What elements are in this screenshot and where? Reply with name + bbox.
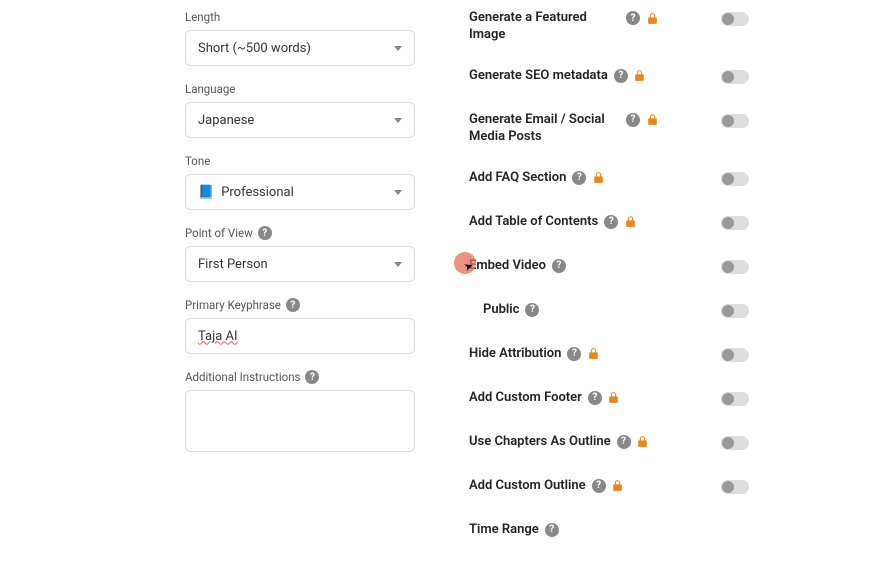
keyphrase-field: Primary Keyphrase ? Taja AI <box>185 298 445 354</box>
lock-icon <box>636 435 650 449</box>
option-row: Public? <box>469 302 749 322</box>
option-row: Use Chapters As Outline? <box>469 434 749 454</box>
option-label: Generate SEO metadata <box>469 68 608 85</box>
chevron-down-icon <box>394 262 402 267</box>
help-icon[interactable]: ? <box>286 298 300 312</box>
help-icon[interactable]: ? <box>592 479 606 493</box>
help-icon[interactable]: ? <box>604 215 618 229</box>
pov-field: Point of View ? First Person <box>185 226 445 282</box>
option-row: Add Custom Footer? <box>469 390 749 410</box>
tone-field: Tone 📘 Professional <box>185 154 445 210</box>
toggle-switch[interactable] <box>721 70 749 84</box>
option-row: Time Range? <box>469 522 749 542</box>
option-label: Time Range <box>469 522 539 539</box>
tone-label: Tone <box>185 154 445 168</box>
help-icon[interactable]: ? <box>567 347 581 361</box>
help-icon[interactable]: ? <box>588 391 602 405</box>
toggle-switch[interactable] <box>721 348 749 362</box>
language-label: Language <box>185 82 445 96</box>
toggle-switch[interactable] <box>721 304 749 318</box>
chevron-down-icon <box>394 46 402 51</box>
option-label: Hide Attribution <box>469 346 561 363</box>
instructions-label: Additional Instructions <box>185 370 300 384</box>
length-field: Length Short (~500 words) <box>185 10 445 66</box>
option-label: Use Chapters As Outline <box>469 434 611 451</box>
help-icon[interactable]: ? <box>258 226 272 240</box>
option-row: Add Custom Outline? <box>469 478 749 498</box>
lock-icon <box>645 11 659 25</box>
option-label: Embed Video <box>469 258 546 275</box>
instructions-input[interactable] <box>185 390 415 452</box>
length-value: Short (~500 words) <box>198 41 311 56</box>
toggle-switch[interactable] <box>721 436 749 450</box>
tone-value: Professional <box>221 185 294 200</box>
option-label: Add FAQ Section <box>469 170 566 187</box>
lock-icon <box>611 479 625 493</box>
length-select[interactable]: Short (~500 words) <box>185 30 415 66</box>
help-icon[interactable]: ? <box>626 11 640 25</box>
language-value: Japanese <box>198 113 254 128</box>
option-label: Add Custom Footer <box>469 390 582 407</box>
help-icon[interactable]: ? <box>545 523 559 537</box>
help-icon[interactable]: ? <box>614 69 628 83</box>
option-label: Add Table of Contents <box>469 214 598 231</box>
lock-icon <box>591 171 605 185</box>
language-field: Language Japanese <box>185 82 445 138</box>
option-label: Add Custom Outline <box>469 478 586 495</box>
pov-label: Point of View <box>185 226 253 240</box>
lock-icon <box>645 113 659 127</box>
help-icon[interactable]: ? <box>525 303 539 317</box>
option-row: Generate a Featured Image? <box>469 10 749 44</box>
toggle-switch[interactable] <box>721 216 749 230</box>
option-label: Generate a Featured Image <box>469 10 620 44</box>
help-icon[interactable]: ? <box>305 370 319 384</box>
option-row: Generate Email / Social Media Posts? <box>469 112 749 146</box>
length-label: Length <box>185 10 445 24</box>
pov-value: First Person <box>198 257 268 272</box>
toggle-switch[interactable] <box>721 392 749 406</box>
option-row: Add Table of Contents? <box>469 214 749 234</box>
chevron-down-icon <box>394 190 402 195</box>
toggle-switch[interactable] <box>721 172 749 186</box>
chevron-down-icon <box>394 118 402 123</box>
help-icon[interactable]: ? <box>572 171 586 185</box>
lock-icon <box>633 69 647 83</box>
language-select[interactable]: Japanese <box>185 102 415 138</box>
option-row: Embed Video? <box>469 258 749 278</box>
toggle-switch[interactable] <box>721 480 749 494</box>
help-icon[interactable]: ? <box>552 259 566 273</box>
keyphrase-value: Taja AI <box>198 329 238 344</box>
option-label: Generate Email / Social Media Posts <box>469 112 620 146</box>
option-row: Hide Attribution? <box>469 346 749 366</box>
lock-icon <box>607 391 621 405</box>
lock-icon <box>623 215 637 229</box>
pov-select[interactable]: First Person <box>185 246 415 282</box>
help-icon[interactable]: ? <box>626 113 640 127</box>
instructions-field: Additional Instructions ? <box>185 370 445 456</box>
option-row: Generate SEO metadata? <box>469 68 749 88</box>
option-row: Add FAQ Section? <box>469 170 749 190</box>
toggle-switch[interactable] <box>721 114 749 128</box>
tone-select[interactable]: 📘 Professional <box>185 174 415 210</box>
keyphrase-label: Primary Keyphrase <box>185 298 281 312</box>
tone-icon: 📘 <box>198 185 214 200</box>
option-label: Public <box>483 302 519 319</box>
toggle-switch[interactable] <box>721 260 749 274</box>
keyphrase-input[interactable]: Taja AI <box>185 318 415 354</box>
lock-icon <box>586 347 600 361</box>
help-icon[interactable]: ? <box>617 435 631 449</box>
toggle-switch[interactable] <box>721 12 749 26</box>
